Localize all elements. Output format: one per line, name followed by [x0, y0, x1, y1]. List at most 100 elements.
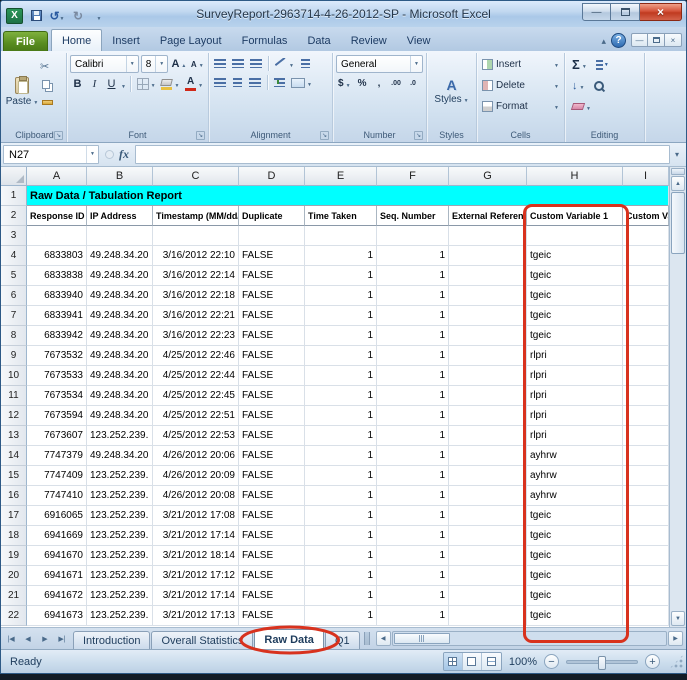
- column-header-i[interactable]: I: [623, 167, 669, 186]
- data-cell[interactable]: 4/25/2012 22:45: [153, 386, 239, 406]
- data-cell[interactable]: FALSE: [239, 586, 305, 606]
- row-header-5[interactable]: 5: [1, 266, 27, 286]
- data-cell[interactable]: FALSE: [239, 406, 305, 426]
- fill-color-button[interactable]: [160, 76, 182, 93]
- data-cell[interactable]: 3/21/2012 17:08: [153, 506, 239, 526]
- data-cell[interactable]: 7673607: [27, 426, 87, 446]
- comma-button[interactable]: ,: [372, 75, 387, 92]
- column-title-cell[interactable]: Response ID: [27, 206, 87, 226]
- data-cell[interactable]: [623, 586, 669, 606]
- underline-button[interactable]: U: [104, 76, 119, 93]
- empty-cell[interactable]: [527, 226, 623, 246]
- data-cell[interactable]: FALSE: [239, 446, 305, 466]
- data-cell[interactable]: 7747379: [27, 446, 87, 466]
- column-title-cell[interactable]: Duplicate: [239, 206, 305, 226]
- zoom-slider-thumb[interactable]: [598, 656, 606, 670]
- data-cell[interactable]: 49.248.34.20: [87, 446, 153, 466]
- data-cell[interactable]: 1: [305, 446, 377, 466]
- column-title-cell[interactable]: Seq. Number: [377, 206, 449, 226]
- data-cell[interactable]: 1: [305, 286, 377, 306]
- data-cell[interactable]: FALSE: [239, 246, 305, 266]
- data-cell[interactable]: [449, 306, 527, 326]
- delete-cells-button[interactable]: Delete: [480, 76, 561, 95]
- increase-decimal-button[interactable]: .00: [389, 75, 404, 92]
- ribbon-tab-data[interactable]: Data: [297, 31, 340, 51]
- data-cell[interactable]: 6941669: [27, 526, 87, 546]
- data-cell[interactable]: rlpri: [527, 426, 623, 446]
- data-cell[interactable]: [623, 406, 669, 426]
- data-cell[interactable]: 3/16/2012 22:14: [153, 266, 239, 286]
- data-cell[interactable]: [623, 606, 669, 626]
- align-left-button[interactable]: [212, 74, 228, 91]
- data-cell[interactable]: ayhrw: [527, 446, 623, 466]
- data-cell[interactable]: 1: [377, 326, 449, 346]
- data-cell[interactable]: [449, 426, 527, 446]
- data-cell[interactable]: 3/16/2012 22:10: [153, 246, 239, 266]
- maximize-button[interactable]: [611, 3, 640, 21]
- middle-align-button[interactable]: [230, 55, 246, 72]
- data-cell[interactable]: [623, 486, 669, 506]
- zoom-in-button[interactable]: +: [645, 654, 660, 669]
- data-cell[interactable]: FALSE: [239, 286, 305, 306]
- data-cell[interactable]: tgeic: [527, 506, 623, 526]
- column-header-a[interactable]: A: [27, 167, 87, 186]
- data-cell[interactable]: 6916065: [27, 506, 87, 526]
- data-cell[interactable]: [449, 506, 527, 526]
- row-header-15[interactable]: 15: [1, 466, 27, 486]
- font-name-combo[interactable]: Calibri: [70, 55, 139, 73]
- format-cells-button[interactable]: Format: [480, 97, 561, 116]
- data-cell[interactable]: FALSE: [239, 346, 305, 366]
- save-button[interactable]: [27, 7, 45, 24]
- data-cell[interactable]: 1: [305, 486, 377, 506]
- currency-button[interactable]: $: [336, 75, 353, 92]
- top-align-button[interactable]: [212, 55, 228, 72]
- data-cell[interactable]: 3/16/2012 22:23: [153, 326, 239, 346]
- row-header-1[interactable]: 1: [1, 186, 27, 206]
- zoom-slider[interactable]: [566, 660, 638, 664]
- column-title-cell[interactable]: Time Taken: [305, 206, 377, 226]
- data-cell[interactable]: 1: [377, 386, 449, 406]
- data-cell[interactable]: [623, 546, 669, 566]
- wrap-text-button[interactable]: [298, 55, 313, 72]
- vertical-scrollbar-track[interactable]: [670, 255, 686, 610]
- row-header-12[interactable]: 12: [1, 406, 27, 426]
- styles-button[interactable]: A Styles: [430, 55, 473, 128]
- data-cell[interactable]: 7673532: [27, 346, 87, 366]
- column-title-cell[interactable]: External Reference: [449, 206, 527, 226]
- data-cell[interactable]: tgeic: [527, 266, 623, 286]
- font-color-button[interactable]: A: [183, 76, 205, 93]
- align-center-button[interactable]: [230, 74, 245, 91]
- data-cell[interactable]: [449, 466, 527, 486]
- data-cell[interactable]: 3/16/2012 22:21: [153, 306, 239, 326]
- data-cell[interactable]: tgeic: [527, 286, 623, 306]
- column-title-cell[interactable]: Custom Variable 2: [623, 206, 669, 226]
- ribbon-tab-insert[interactable]: Insert: [102, 31, 150, 51]
- data-cell[interactable]: 1: [305, 586, 377, 606]
- data-cell[interactable]: FALSE: [239, 366, 305, 386]
- sort-filter-button[interactable]: [594, 56, 610, 73]
- data-cell[interactable]: tgeic: [527, 306, 623, 326]
- data-cell[interactable]: [449, 606, 527, 626]
- paste-button[interactable]: Paste: [6, 55, 38, 128]
- data-cell[interactable]: [449, 446, 527, 466]
- select-all-corner[interactable]: [1, 167, 27, 186]
- data-cell[interactable]: 6941670: [27, 546, 87, 566]
- data-cell[interactable]: 7747410: [27, 486, 87, 506]
- data-cell[interactable]: 4/25/2012 22:44: [153, 366, 239, 386]
- data-cell[interactable]: tgeic: [527, 246, 623, 266]
- data-cell[interactable]: 1: [377, 446, 449, 466]
- data-cell[interactable]: FALSE: [239, 506, 305, 526]
- data-cell[interactable]: 7747409: [27, 466, 87, 486]
- next-sheet-icon[interactable]: [37, 631, 53, 647]
- page-break-view-button[interactable]: [482, 653, 501, 670]
- fill-button[interactable]: [570, 77, 586, 94]
- data-cell[interactable]: 123.252.239.: [87, 546, 153, 566]
- underline-dropdown-icon[interactable]: [121, 75, 126, 93]
- data-cell[interactable]: [623, 466, 669, 486]
- data-cell[interactable]: 1: [377, 466, 449, 486]
- data-cell[interactable]: FALSE: [239, 306, 305, 326]
- data-cell[interactable]: 1: [377, 586, 449, 606]
- row-header-4[interactable]: 4: [1, 246, 27, 266]
- data-cell[interactable]: [449, 566, 527, 586]
- data-cell[interactable]: [623, 306, 669, 326]
